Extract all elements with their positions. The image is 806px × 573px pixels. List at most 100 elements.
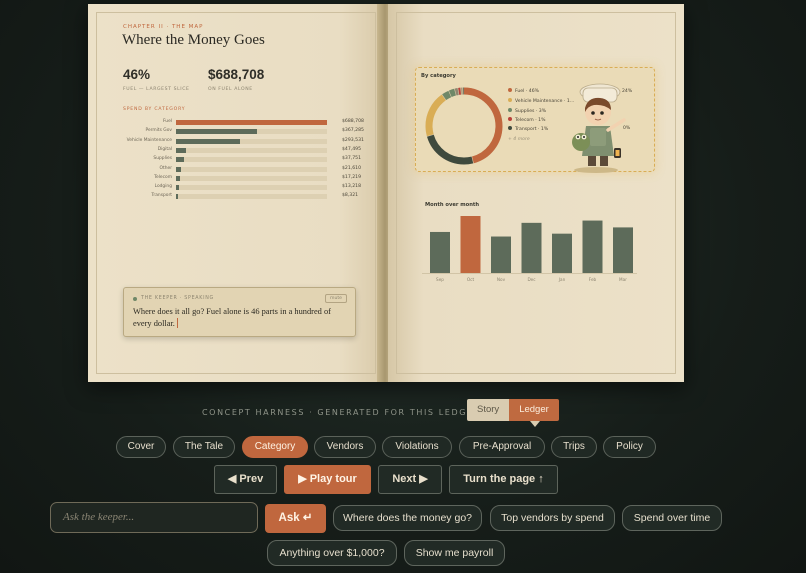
month-bar[interactable] <box>521 222 542 273</box>
suggestion-payroll[interactable]: Show me payroll <box>404 540 505 566</box>
spend-row-label: Permits Gov <box>145 128 172 134</box>
tab-violations[interactable]: Violations <box>382 436 452 458</box>
left-page: CHAPTER II · THE MAP Where the Money Goe… <box>88 4 384 382</box>
month-bar[interactable] <box>552 233 572 273</box>
suggestion-over-1000[interactable]: Anything over $1,000? <box>267 540 397 566</box>
spend-row[interactable]: Vehicle Maintenance $293,531 <box>88 138 384 146</box>
turn-page-button[interactable]: Turn the page ↑ <box>449 465 558 494</box>
spend-row-track <box>176 166 327 172</box>
month-tick-label: Feb <box>589 277 597 282</box>
legend-item: Fuel · 46% <box>508 88 539 96</box>
category-donut-chart <box>425 87 503 165</box>
month-bar[interactable] <box>430 231 450 273</box>
tab-trips[interactable]: Trips <box>551 436 597 458</box>
keeper-speech: Where does it all go? Fuel alone is 46 p… <box>133 306 348 330</box>
spend-row-bar <box>176 166 181 172</box>
toggle-pointer-icon <box>530 421 540 427</box>
spend-row-bar <box>176 120 327 125</box>
spend-row-bar <box>176 175 180 181</box>
month-tick-label: Jan <box>558 277 566 282</box>
play-tour-button[interactable]: ▶ Play tour <box>284 465 371 494</box>
suggestion-top-vendors[interactable]: Top vendors by spend <box>490 505 615 531</box>
spend-row-value: $37,751 <box>342 156 361 162</box>
keeper-speech-box: THE KEEPER · SPEAKING mute Where does it… <box>123 287 356 337</box>
spend-row-bar <box>176 185 179 191</box>
fuel-share-label: FUEL — LARGEST SLICE <box>123 87 190 92</box>
spend-row[interactable]: Digital $47,495 <box>88 147 384 155</box>
view-toggle: Story Ledger <box>467 399 559 421</box>
spend-row-label: Transport <box>151 193 172 199</box>
spend-row-label: Vehicle Maintenance <box>126 137 172 143</box>
ask-button[interactable]: Ask ↵ <box>265 504 326 533</box>
month-bar[interactable] <box>460 216 481 273</box>
fuel-share-value: 46% <box>123 67 151 82</box>
right-page <box>388 4 684 382</box>
spend-row[interactable]: Lodging $13,218 <box>88 184 384 192</box>
legend-dot-icon <box>508 117 512 121</box>
spend-row[interactable]: Other $21,610 <box>88 166 384 174</box>
legend-dot-icon <box>508 98 512 102</box>
month-tick-label: Dec <box>527 277 536 282</box>
spend-row-value: $21,610 <box>342 165 361 171</box>
prev-button[interactable]: ◀ Prev <box>214 465 277 494</box>
legend-dot-icon <box>508 88 512 92</box>
spend-row-bar <box>176 129 257 135</box>
legend-item: Supplies · 3% <box>508 108 546 116</box>
month-bar[interactable] <box>582 220 603 273</box>
ask-keeper-input[interactable]: Ask the keeper... <box>50 502 258 533</box>
legend-label: Transport · 1% <box>515 127 549 132</box>
tab-vendors[interactable]: Vendors <box>314 436 376 458</box>
tab-cover[interactable]: Cover <box>116 436 166 458</box>
harness-caption: CONCEPT HARNESS · GENERATED FOR THIS LED… <box>202 408 481 417</box>
spend-row-label: Digital <box>157 146 172 152</box>
spend-row[interactable]: Permits Gov $367,285 <box>88 128 384 136</box>
spend-row-label: Other <box>159 165 172 171</box>
month-bar[interactable] <box>491 236 511 273</box>
keeper-heading: THE KEEPER · SPEAKING <box>141 296 214 301</box>
speaking-indicator-icon <box>133 297 137 301</box>
spend-row-bar <box>176 138 241 144</box>
spend-row-label: Supplies <box>153 156 172 162</box>
spend-row[interactable]: Transport $8,321 <box>88 193 384 201</box>
spend-row-value: $17,219 <box>342 174 361 180</box>
spend-row[interactable]: Telecom $17,219 <box>88 175 384 183</box>
legend-item: Transport · 1% <box>508 126 548 134</box>
spend-row-track <box>176 157 327 163</box>
toggle-ledger[interactable]: Ledger <box>509 399 559 421</box>
keeper-speech-text: Where does it all go? Fuel alone is 46 p… <box>133 307 331 328</box>
month-tick-label: Mar <box>619 277 627 282</box>
spend-row-track <box>176 138 327 144</box>
mute-button[interactable]: mute <box>324 294 347 303</box>
spend-row-value: $13,218 <box>342 184 361 190</box>
spend-row-value: $8,321 <box>342 193 359 199</box>
month-bar[interactable] <box>613 227 633 273</box>
month-tick-label: Nov <box>497 277 506 282</box>
next-button[interactable]: Next ▶ <box>378 465 442 494</box>
category-card[interactable]: By category Fuel · 46% Vehicle Maintenan… <box>415 67 655 173</box>
spend-row[interactable]: Fuel $688,708 <box>88 119 384 127</box>
spend-row-track <box>176 129 327 135</box>
legend-dot-icon <box>508 108 512 112</box>
legend-item: Telecom · 1% <box>508 117 545 125</box>
category-card-title: By category <box>421 73 456 79</box>
spend-row-value: $367,285 <box>342 128 364 134</box>
tab-the-tale[interactable]: The Tale <box>173 436 235 458</box>
tab-policy[interactable]: Policy <box>603 436 656 458</box>
legend-more-link[interactable]: + 4 more <box>508 137 530 142</box>
tab-category[interactable]: Category <box>242 436 308 458</box>
legend-label: Telecom · 1% <box>515 118 546 123</box>
keeper-mascot-icon <box>572 83 626 173</box>
toggle-story[interactable]: Story <box>467 399 510 421</box>
fuel-amount-value: $688,708 <box>208 67 265 82</box>
legend-label: Supplies · 3% <box>515 109 547 114</box>
spend-row-value: $688,708 <box>342 119 364 124</box>
spend-row-track <box>176 194 327 200</box>
spend-row-bar <box>176 194 178 200</box>
tab-pre-approval[interactable]: Pre-Approval <box>459 436 545 458</box>
fuel-amount-label: ON FUEL ALONE <box>208 87 253 92</box>
legend-dot-icon <box>508 126 512 130</box>
spend-row-bar <box>176 157 185 163</box>
spend-row[interactable]: Supplies $37,751 <box>88 156 384 164</box>
suggestion-money-go[interactable]: Where does the money go? <box>333 505 482 531</box>
suggestion-spend-over-time[interactable]: Spend over time <box>622 505 722 531</box>
